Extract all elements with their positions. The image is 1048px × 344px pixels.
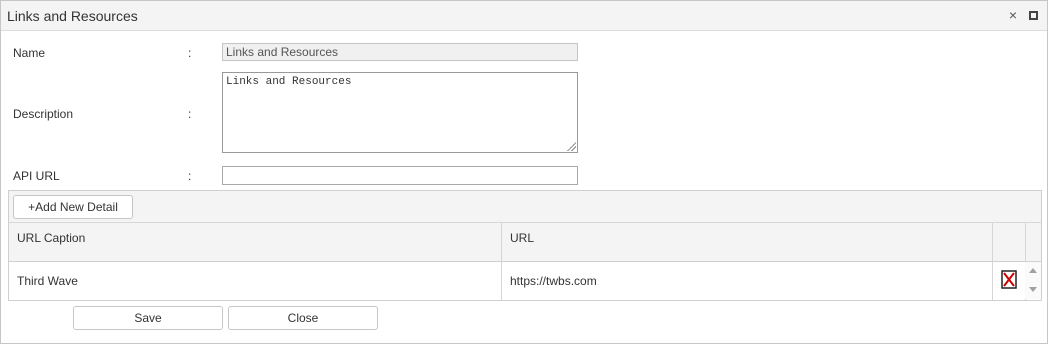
description-label: Description <box>13 107 74 121</box>
resize-handle[interactable] <box>567 142 576 151</box>
name-label: Name <box>13 46 46 60</box>
scroll-down-icon[interactable] <box>1029 287 1037 292</box>
grid-scrollbar[interactable] <box>1025 262 1041 299</box>
api-url-label: API URL <box>13 169 60 183</box>
name-colon: : <box>188 46 192 60</box>
delete-icon[interactable] <box>1001 270 1017 289</box>
dialog-titlebar: Links and Resources × <box>1 1 1047 31</box>
add-new-detail-button[interactable]: +Add New Detail <box>13 195 133 219</box>
grid-header: URL Caption URL <box>9 223 1041 262</box>
column-header-url-caption[interactable]: URL Caption <box>9 223 502 261</box>
dialog-window: Links and Resources × Name : Description… <box>0 0 1048 344</box>
maximize-icon[interactable] <box>1029 11 1038 20</box>
dialog-title: Links and Resources <box>7 8 138 24</box>
column-header-actions <box>993 223 1026 261</box>
api-url-colon: : <box>188 169 192 183</box>
url-caption-cell[interactable]: Third Wave <box>9 262 502 300</box>
name-field[interactable] <box>222 43 578 61</box>
description-colon: : <box>188 107 192 121</box>
close-button[interactable]: Close <box>228 306 378 330</box>
table-row[interactable]: Third Wave https://twbs.com <box>9 262 1041 300</box>
details-grid: +Add New Detail URL Caption URL Third Wa… <box>8 190 1042 301</box>
save-button[interactable]: Save <box>73 306 223 330</box>
scroll-up-icon[interactable] <box>1029 268 1037 273</box>
close-icon[interactable]: × <box>1006 7 1020 23</box>
description-field[interactable]: Links and Resources <box>222 72 578 153</box>
grid-toolbar: +Add New Detail <box>9 191 1041 223</box>
api-url-field[interactable] <box>222 166 578 185</box>
url-cell[interactable]: https://twbs.com <box>502 262 993 300</box>
column-header-url[interactable]: URL <box>502 223 993 261</box>
